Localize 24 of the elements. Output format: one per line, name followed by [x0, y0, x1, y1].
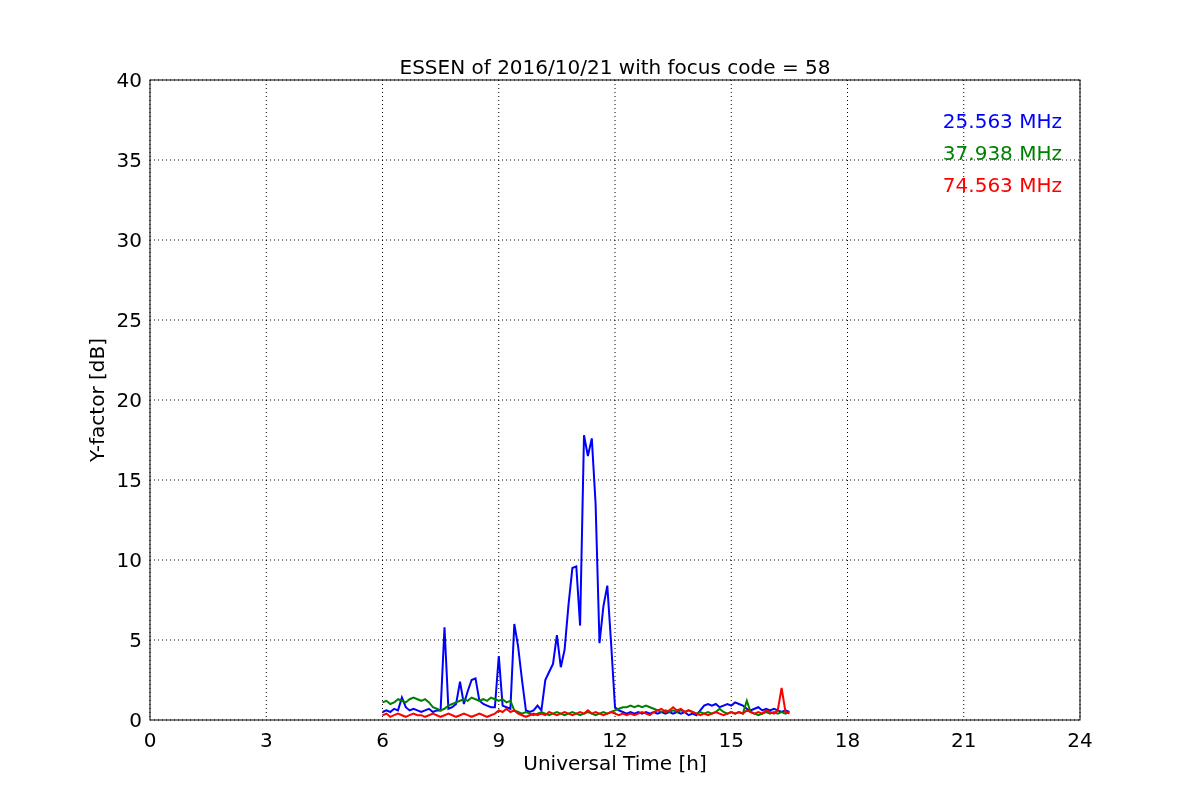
tick-label: 15 — [116, 468, 142, 492]
tick-label: 24 — [1067, 728, 1093, 752]
tick-label: 9 — [492, 728, 506, 752]
y-axis-label: Y-factor [dB] — [85, 338, 109, 462]
chart-title: ESSEN of 2016/10/21 with focus code = 58 — [399, 55, 831, 79]
tick-label: 35 — [116, 148, 142, 172]
tick-label: 20 — [116, 388, 142, 412]
legend-label: 25.563 MHz — [942, 109, 1062, 133]
tick-label: 25 — [116, 308, 142, 332]
tick-label: 30 — [116, 228, 142, 252]
tick-label: 21 — [951, 728, 977, 752]
x-axis-label: Universal Time [h] — [523, 751, 707, 775]
tick-label: 18 — [834, 728, 861, 752]
tick-label: 0 — [129, 708, 142, 732]
legend-label: 74.563 MHz — [942, 173, 1062, 197]
tick-label: 40 — [116, 68, 142, 92]
tick-label: 0 — [143, 728, 157, 752]
tick-label: 3 — [259, 728, 273, 752]
tick-label: 5 — [129, 628, 142, 652]
tick-label: 12 — [602, 728, 628, 752]
tick-label: 15 — [718, 728, 744, 752]
tick-label: 6 — [376, 728, 389, 752]
tick-label: 10 — [116, 548, 142, 572]
legend-label: 37.938 MHz — [942, 141, 1062, 165]
